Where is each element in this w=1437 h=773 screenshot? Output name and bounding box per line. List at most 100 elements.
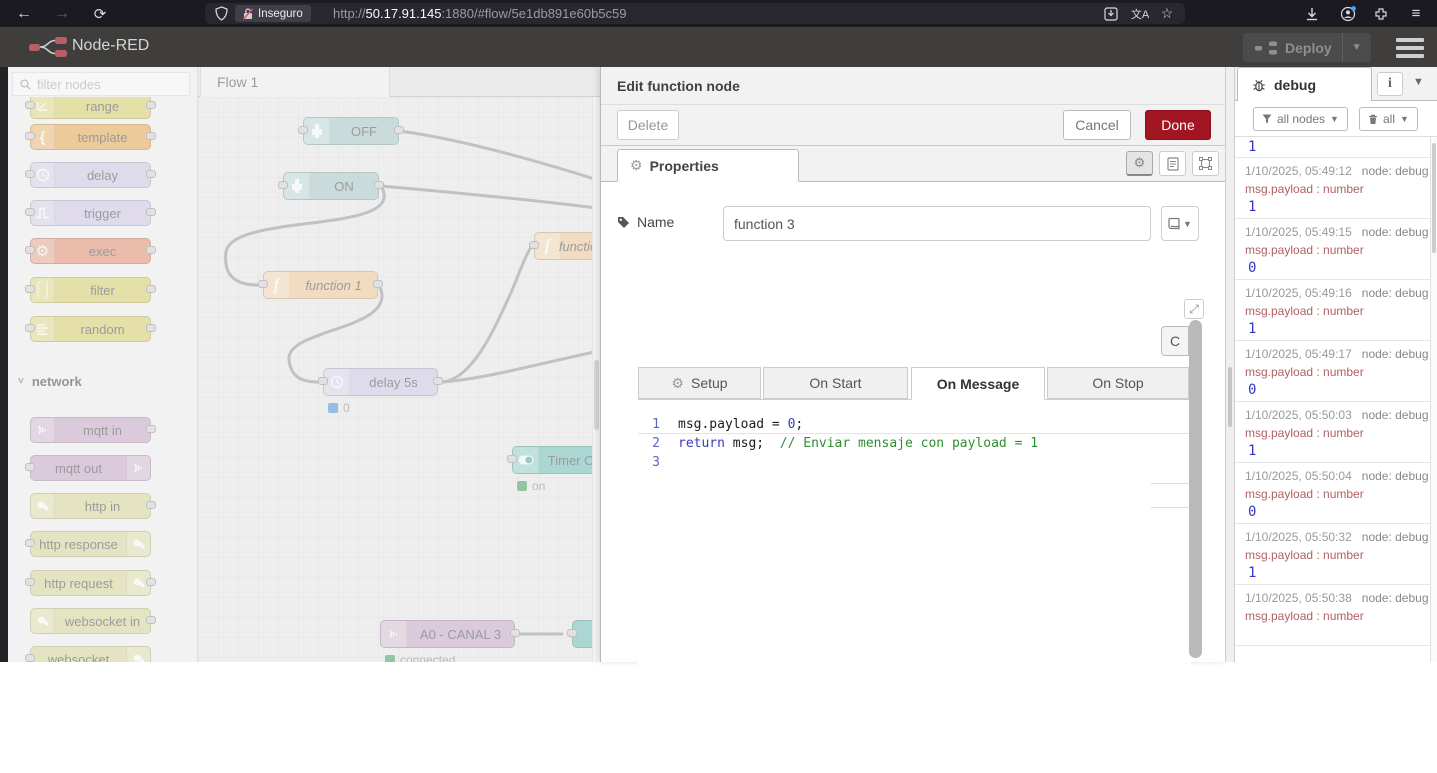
debug-node-name: node: debug 1: [1361, 225, 1430, 239]
shield-icon[interactable]: [213, 0, 229, 27]
debug-filter-button[interactable]: all nodes ▼: [1253, 107, 1348, 131]
debug-scrollbar[interactable]: [1430, 137, 1437, 662]
main-menu-icon[interactable]: [1392, 35, 1428, 61]
insecure-badge-label: Inseguro: [258, 7, 303, 20]
app-title: Node-RED: [72, 37, 150, 54]
appearance-icon-button[interactable]: [1192, 151, 1219, 176]
extensions-icon[interactable]: [1371, 0, 1391, 27]
document-icon: [1166, 156, 1179, 171]
dialog-buttonbar: Delete Cancel Done: [601, 105, 1225, 146]
caret-down-icon: ▼: [1330, 114, 1339, 124]
debug-value: 0: [1248, 504, 1257, 520]
debug-value: 1: [1248, 199, 1257, 215]
account-icon[interactable]: [1337, 0, 1359, 27]
code-token: ;: [795, 417, 804, 432]
editor-overlay-button[interactable]: C: [1161, 326, 1189, 356]
code-line[interactable]: 2 return msg; // Enviar mensaje con paylo…: [638, 434, 1191, 453]
debug-node-name: node: debug 1: [1361, 408, 1430, 422]
debug-message-partial: 1: [1235, 137, 1430, 158]
hidden-panel-edge: [1151, 483, 1189, 484]
translate-icon[interactable]: 文A: [1130, 0, 1150, 27]
bug-icon: [1253, 79, 1265, 91]
expand-editor-icon[interactable]: ⤢: [1184, 299, 1204, 319]
code-token: return: [678, 436, 725, 451]
debug-message: 1/10/2025, 05:49:16 node: debug 1 msg.payl…: [1235, 280, 1430, 341]
caret-down-icon: ▼: [1400, 114, 1409, 124]
funnel-icon: [1262, 114, 1272, 124]
deploy-split: [1341, 33, 1343, 62]
description-icon-button[interactable]: [1159, 151, 1186, 176]
tab-debug[interactable]: debug: [1237, 67, 1372, 101]
sidebar-caret-icon[interactable]: ▼: [1413, 76, 1424, 88]
selection-frame-icon: [1199, 157, 1212, 170]
debug-property: msg.payload : number: [1245, 243, 1364, 257]
debug-tab-label: debug: [1274, 76, 1316, 93]
insecure-badge[interactable]: Inseguro: [235, 5, 311, 22]
code-tab-on-message[interactable]: On Message: [911, 367, 1045, 400]
deploy-caret-icon[interactable]: ▼: [1352, 42, 1362, 53]
edit-dialog: Edit function node Delete Cancel Done ⚙ …: [600, 67, 1225, 773]
downloads-icon[interactable]: [1302, 0, 1322, 27]
debug-clear-button[interactable]: all ▼: [1359, 107, 1418, 131]
code-tab-label: On Message: [936, 375, 1020, 392]
forward-icon[interactable]: →: [50, 0, 74, 27]
deploy-button[interactable]: Deploy ▼: [1243, 33, 1371, 62]
debug-sidebar: debug i ▼ all nodes ▼ all ▼ 1 1/10/2025, …: [1235, 67, 1437, 662]
window-edge: [0, 67, 8, 662]
debug-property: msg.payload : number: [1245, 182, 1364, 196]
debug-property: msg.payload : number: [1245, 548, 1364, 562]
debug-message: 1/10/2025, 05:49:15 node: debug 1 msg.payl…: [1235, 219, 1430, 280]
browser-menu-icon[interactable]: ≡: [1405, 0, 1427, 27]
debug-message: 1/10/2025, 05:49:17 node: debug 1 msg.payl…: [1235, 341, 1430, 402]
info-button[interactable]: i: [1377, 72, 1403, 96]
delete-button[interactable]: Delete: [617, 110, 679, 140]
sidebar-separator[interactable]: [1225, 67, 1235, 662]
debug-property: msg.payload : number: [1245, 487, 1364, 501]
done-button[interactable]: Done: [1145, 110, 1211, 140]
url-bar[interactable]: Inseguro http://50.17.91.145:1880/#flow/…: [205, 3, 1185, 24]
debug-node-name: node: debug 1: [1361, 164, 1430, 178]
debug-node-name: node: debug 1: [1361, 530, 1430, 544]
library-button[interactable]: ▼: [1161, 206, 1199, 241]
code-editor[interactable]: 1 msg.payload = 0; 2 return msg; // Enviar …: [638, 408, 1191, 773]
debug-value: 1: [1248, 565, 1257, 581]
debug-property: msg.payload : number: [1245, 609, 1364, 623]
browser-toolbar: ← → ⟳ Inseguro http://50.17.91.145:1880/…: [0, 0, 1437, 27]
book-icon: [1168, 217, 1180, 230]
bookmark-star-icon[interactable]: ☆: [1158, 0, 1176, 27]
code-tab-on-start[interactable]: On Start: [763, 367, 908, 399]
code-line[interactable]: 3: [638, 453, 1191, 472]
code-token: msg.payload: [678, 417, 772, 432]
code-tab-on-stop[interactable]: On Stop: [1047, 367, 1189, 399]
tag-icon: [618, 216, 629, 228]
debug-timestamp: 1/10/2025, 05:50:32: [1245, 530, 1352, 544]
code-tab-setup[interactable]: ⚙ Setup: [638, 367, 761, 399]
save-page-icon[interactable]: [1102, 0, 1120, 27]
debug-node-name: node: debug 1: [1361, 591, 1430, 605]
gear-icon: ⚙: [1133, 155, 1146, 170]
debug-property: msg.payload : number: [1245, 365, 1364, 379]
debug-filterbar: all nodes ▼ all ▼: [1235, 101, 1437, 137]
debug-message: 1/10/2025, 05:50:03 node: debug 1 msg.payl…: [1235, 402, 1430, 463]
name-input[interactable]: [723, 206, 1151, 241]
tab-properties[interactable]: ⚙ Properties: [617, 149, 799, 182]
hidden-panel-edge: [1151, 507, 1189, 508]
debug-message: 1/10/2025, 05:50:04 node: debug 1 msg.payl…: [1235, 463, 1430, 524]
debug-message-list[interactable]: 1 1/10/2025, 05:49:12 node: debug 1 msg.pay…: [1235, 137, 1430, 662]
reload-icon[interactable]: ⟳: [88, 0, 112, 27]
back-icon[interactable]: ←: [12, 0, 36, 27]
deploy-label: Deploy: [1285, 39, 1332, 56]
code-line[interactable]: 1 msg.payload = 0;: [638, 415, 1191, 434]
debug-timestamp: 1/10/2025, 05:49:16: [1245, 286, 1352, 300]
edit-properties-icon-button[interactable]: ⚙: [1126, 151, 1153, 176]
debug-timestamp: 1/10/2025, 05:50:04: [1245, 469, 1352, 483]
cancel-button[interactable]: Cancel: [1063, 110, 1131, 140]
debug-timestamp: 1/10/2025, 05:50:03: [1245, 408, 1352, 422]
debug-value: 1: [1248, 443, 1257, 459]
debug-timestamp: 1/10/2025, 05:49:15: [1245, 225, 1352, 239]
code-token: =: [771, 417, 788, 432]
caret-down-icon: ▼: [1183, 218, 1192, 229]
tray-scrollbar[interactable]: [1189, 320, 1202, 658]
code-tab-label: Setup: [690, 375, 728, 391]
debug-property: msg.payload : number: [1245, 426, 1364, 440]
